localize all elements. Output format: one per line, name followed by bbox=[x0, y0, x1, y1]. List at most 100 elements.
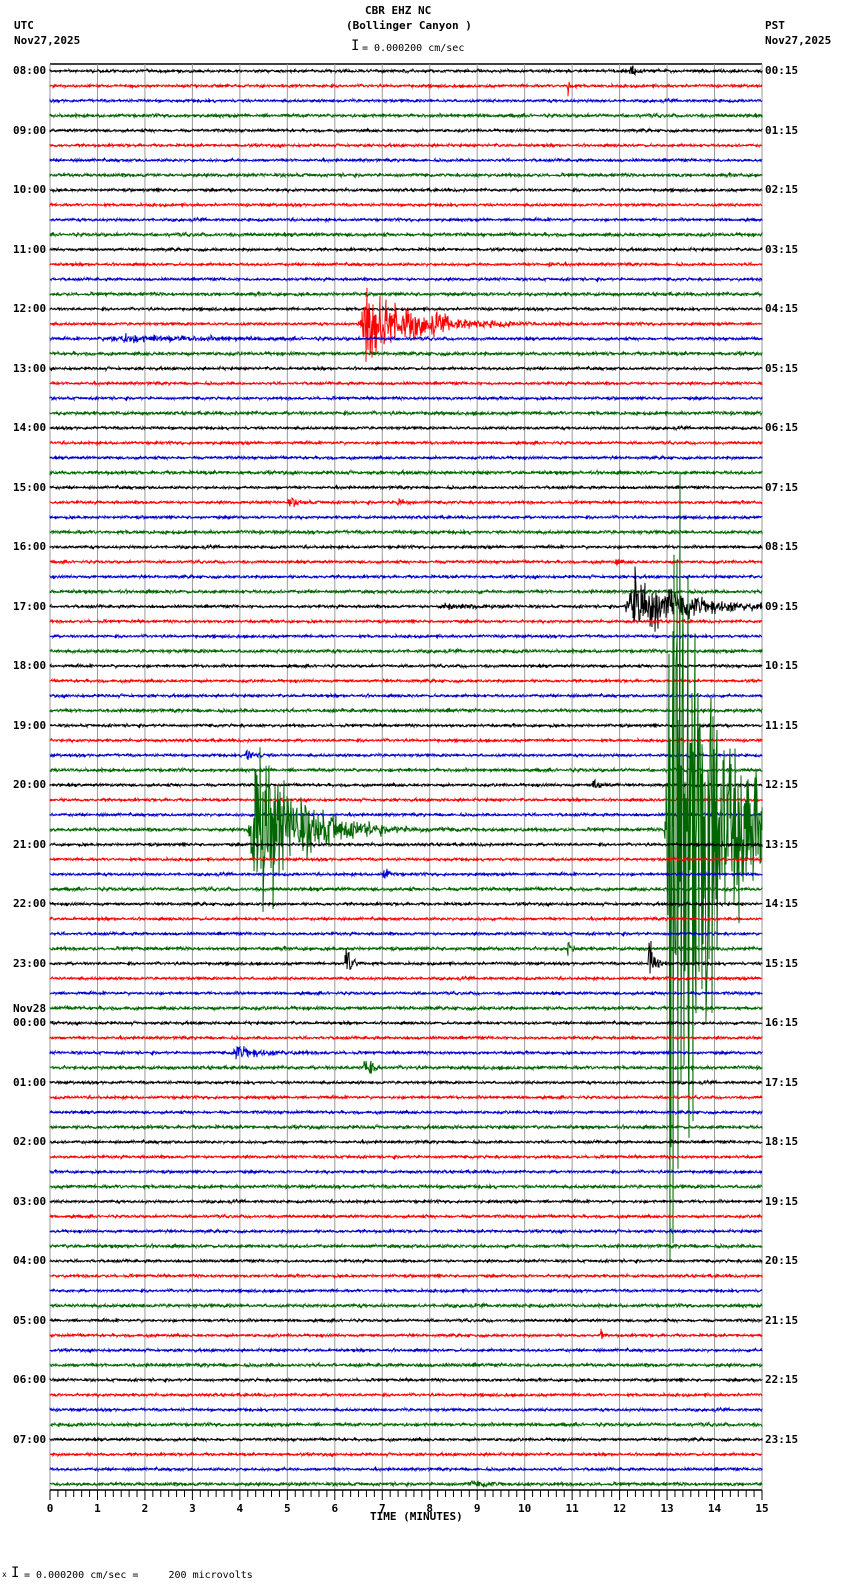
trace-86 bbox=[49, 1346, 763, 1354]
trace-22 bbox=[49, 394, 763, 402]
trace-69 bbox=[49, 1093, 763, 1102]
trace-9 bbox=[49, 201, 763, 209]
trace-89 bbox=[49, 1391, 763, 1399]
trace-42 bbox=[49, 692, 763, 700]
trace-64 bbox=[49, 1019, 763, 1027]
trace-17 bbox=[49, 287, 763, 362]
trace-84 bbox=[49, 1316, 763, 1325]
trace-83 bbox=[49, 1301, 763, 1310]
trace-10 bbox=[49, 216, 763, 224]
x-tick-label: 6 bbox=[331, 1502, 338, 1515]
x-tick-label: 15 bbox=[755, 1502, 768, 1515]
trace-60 bbox=[49, 940, 763, 974]
trace-31 bbox=[49, 528, 763, 536]
trace-13 bbox=[49, 260, 763, 268]
trace-76 bbox=[49, 1197, 763, 1206]
trace-27 bbox=[49, 468, 763, 477]
trace-55 bbox=[49, 885, 763, 893]
trace-41 bbox=[49, 677, 763, 685]
trace-68 bbox=[49, 1079, 763, 1087]
trace-12 bbox=[49, 245, 763, 254]
trace-74 bbox=[49, 1168, 763, 1176]
x-tick-label: 10 bbox=[518, 1502, 531, 1515]
trace-53 bbox=[49, 855, 763, 863]
trace-72 bbox=[49, 1138, 763, 1146]
trace-95 bbox=[49, 1480, 763, 1488]
trace-78 bbox=[49, 1227, 763, 1235]
trace-93 bbox=[49, 1450, 763, 1459]
trace-4 bbox=[49, 127, 763, 135]
x-tick-label: 3 bbox=[189, 1502, 196, 1515]
trace-0 bbox=[49, 65, 763, 77]
trace-65 bbox=[49, 1034, 763, 1042]
trace-23 bbox=[49, 409, 763, 417]
x-tick-label: 2 bbox=[142, 1502, 149, 1515]
trace-38 bbox=[49, 632, 763, 640]
x-tick-label: 11 bbox=[566, 1502, 580, 1515]
trace-29 bbox=[49, 496, 763, 508]
trace-67 bbox=[49, 1060, 763, 1074]
trace-94 bbox=[49, 1465, 763, 1473]
x-tick-label: 1 bbox=[94, 1502, 101, 1515]
trace-40 bbox=[49, 662, 763, 670]
trace-63 bbox=[49, 1004, 763, 1012]
trace-19 bbox=[49, 350, 763, 358]
trace-32 bbox=[49, 543, 763, 551]
trace-75 bbox=[49, 1182, 763, 1191]
trace-81 bbox=[49, 1272, 763, 1280]
trace-15 bbox=[49, 290, 763, 298]
trace-11 bbox=[49, 230, 763, 239]
trace-90 bbox=[49, 1406, 763, 1414]
trace-52 bbox=[49, 841, 763, 849]
trace-82 bbox=[49, 1287, 763, 1295]
helicorder: CBR EHZ NC (Bollinger Canyon ) UTC Nov27… bbox=[0, 0, 850, 1584]
trace-35 bbox=[49, 587, 763, 596]
trace-49 bbox=[49, 796, 763, 804]
x-tick-label: 8 bbox=[426, 1502, 433, 1515]
trace-5 bbox=[49, 141, 763, 150]
x-tick-label: 0 bbox=[47, 1502, 54, 1515]
trace-59 bbox=[49, 941, 763, 956]
trace-7 bbox=[49, 171, 763, 179]
trace-14 bbox=[49, 275, 763, 283]
trace-18 bbox=[49, 333, 763, 344]
trace-79 bbox=[49, 1242, 763, 1250]
trace-24 bbox=[49, 424, 763, 432]
trace-92 bbox=[49, 1436, 763, 1444]
trace-25 bbox=[49, 439, 763, 447]
trace-87 bbox=[49, 1361, 763, 1369]
trace-91 bbox=[49, 1420, 763, 1429]
trace-45 bbox=[49, 736, 763, 744]
x-tick-label: 12 bbox=[613, 1502, 626, 1515]
trace-33 bbox=[49, 558, 763, 566]
trace-44 bbox=[50, 722, 763, 729]
trace-34 bbox=[49, 573, 763, 581]
trace-57 bbox=[49, 915, 763, 923]
trace-20 bbox=[49, 364, 763, 373]
trace-61 bbox=[49, 975, 763, 983]
trace-8 bbox=[49, 186, 763, 194]
trace-28 bbox=[49, 484, 763, 491]
trace-43 bbox=[49, 706, 763, 715]
trace-21 bbox=[49, 380, 763, 387]
trace-71 bbox=[49, 1122, 763, 1131]
trace-47 bbox=[49, 766, 763, 774]
trace-46 bbox=[49, 749, 763, 761]
trace-88 bbox=[49, 1376, 763, 1384]
trace-70 bbox=[49, 1108, 763, 1116]
trace-50 bbox=[49, 811, 763, 819]
trace-48 bbox=[49, 778, 763, 789]
trace-26 bbox=[49, 454, 763, 462]
trace-2 bbox=[49, 97, 763, 105]
x-tick-label: 7 bbox=[379, 1502, 386, 1515]
x-tick-label: 5 bbox=[284, 1502, 291, 1515]
trace-54 bbox=[49, 868, 763, 879]
trace-1 bbox=[49, 81, 763, 97]
x-tick-label: 9 bbox=[474, 1502, 481, 1515]
trace-56 bbox=[49, 900, 763, 908]
trace-30 bbox=[49, 513, 763, 521]
seismogram-plot: 0 1 2 3 4 5 6 7 8 9 10 11 12 13 14 15 bbox=[47, 63, 769, 1515]
trace-80 bbox=[49, 1257, 763, 1265]
trace-58 bbox=[49, 930, 763, 938]
x-tick-label: 14 bbox=[708, 1502, 722, 1515]
